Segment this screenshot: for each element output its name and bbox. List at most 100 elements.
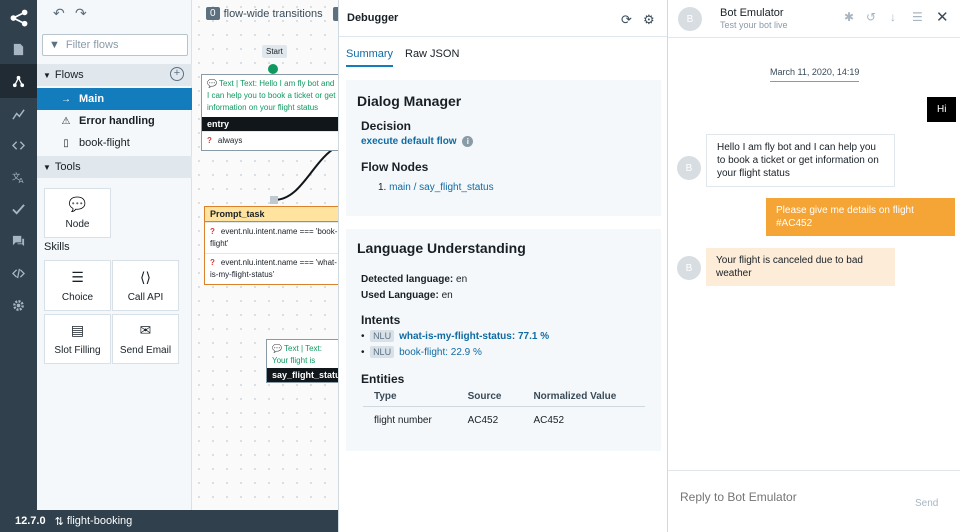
flows-icon[interactable]	[0, 64, 37, 98]
flows-section-header[interactable]: ▼ Flows +	[37, 64, 192, 86]
document-icon[interactable]	[0, 32, 37, 66]
intent-item: • NLU book-flight: 22.9 %	[361, 346, 482, 358]
debugger-panel: Debugger ⟳ ⚙ Summary Raw JSON Dialog Man…	[338, 0, 668, 532]
tab-raw-json[interactable]: Raw JSON	[405, 48, 459, 60]
prompt-task-node[interactable]: Prompt_task ? event.nlu.intent.name === '…	[204, 206, 338, 285]
version-label: 12.7.0	[15, 515, 46, 527]
nlu-heading: Language Understanding	[357, 240, 526, 256]
add-flow-icon[interactable]: +	[170, 67, 184, 81]
chat-date: March 11, 2020, 14:19	[770, 67, 860, 82]
code-icon[interactable]	[0, 128, 37, 162]
check-icon[interactable]	[0, 192, 37, 226]
column-header: Type	[363, 387, 457, 407]
table-row: flight number AC452 AC452	[374, 415, 565, 426]
dialog-manager-heading: Dialog Manager	[357, 93, 462, 109]
entry-node[interactable]: 💬 Text | Text: Hello I am fly bot and I …	[201, 74, 338, 151]
question-icon: ?	[207, 136, 212, 145]
tab-summary[interactable]: Summary	[346, 48, 394, 67]
code-block-icon[interactable]	[0, 256, 37, 290]
flow-nodes-label: Flow Nodes	[361, 160, 429, 174]
undo-icon[interactable]: ↶	[53, 5, 65, 22]
entry-arrow-icon: →	[61, 93, 71, 105]
intent-item: • NLU what-is-my-flight-status: 77.1 %	[361, 330, 550, 342]
question-icon: ?	[210, 227, 215, 236]
redo-icon[interactable]: ↷	[75, 5, 87, 22]
analytics-icon[interactable]	[0, 97, 37, 131]
status-node-title: say_flight_status	[267, 368, 338, 382]
composer: Send	[668, 470, 960, 532]
flow-item-main[interactable]: → Main	[37, 88, 192, 110]
flow-node-item: 1. main / say_flight_status	[378, 182, 494, 193]
info-icon[interactable]: i	[462, 136, 474, 147]
skill-send-email[interactable]: ✉ Send Email	[112, 314, 179, 364]
avatar: B	[677, 156, 701, 180]
chat-icon[interactable]	[0, 224, 37, 258]
refresh-icon[interactable]: ⟳	[621, 12, 632, 28]
branch-icon: ⇅	[54, 515, 64, 528]
bot-message: Your flight is canceled due to bad weath…	[706, 248, 895, 286]
list-numbered-icon: ☰	[71, 268, 84, 285]
flow-item-error-handling[interactable]: ⚠ Error handling	[37, 110, 192, 132]
entry-node-title: entry	[202, 117, 338, 131]
download-icon[interactable]: ↓	[890, 10, 896, 24]
skill-choice[interactable]: ☰ Choice	[44, 260, 111, 311]
prompt-node-condition-1: ? event.nlu.intent.name === 'book-flight'	[205, 222, 338, 253]
envelope-icon: ✉	[139, 322, 152, 338]
svg-text:A: A	[19, 176, 24, 184]
list-icon[interactable]: ☰	[912, 10, 923, 24]
close-icon[interactable]: ✕	[936, 8, 949, 26]
question-icon: ?	[210, 258, 215, 267]
bot-name-label[interactable]: flight-booking	[67, 515, 132, 527]
skill-call-api[interactable]: ⟨⟩ Call API	[112, 260, 179, 311]
flow-canvas[interactable]: 0 flow-wide transitions Start 💬 Text | T…	[192, 0, 338, 510]
caret-down-icon: ▼	[43, 162, 51, 172]
chat-icon: 💬	[207, 79, 220, 88]
flow-item-book-flight[interactable]: ▯ book-flight	[37, 132, 192, 154]
bot-emulator-panel: B Bot Emulator Test your bot live ✱ ↺ ↓ …	[667, 0, 960, 532]
detected-language: Detected language: en	[361, 274, 468, 285]
prompt-node-condition-2: ? event.nlu.intent.name === 'what-is-my-f…	[205, 253, 338, 284]
decision-value: execute default flow i	[361, 136, 474, 147]
tools-section-header[interactable]: ▼ Tools	[37, 156, 192, 178]
translate-icon[interactable]: 文A	[0, 160, 37, 194]
reply-input[interactable]	[680, 490, 880, 504]
entities-table: Type Source Normalized Value flight numb…	[363, 387, 645, 432]
tool-node[interactable]: 💬 Node	[44, 188, 111, 238]
entry-node-condition: ? always	[202, 131, 338, 150]
chat-icon: 💬	[68, 196, 87, 212]
emulator-subtitle: Test your bot live	[720, 20, 788, 30]
gear-icon[interactable]: ⚙	[643, 12, 655, 28]
decision-label: Decision	[361, 119, 412, 133]
emulator-header: B Bot Emulator Test your bot live ✱ ↺ ↓ …	[668, 0, 960, 38]
bug-icon[interactable]: ✱	[844, 10, 854, 24]
avatar: B	[678, 7, 702, 31]
column-header: Source	[456, 387, 523, 407]
avatar: B	[677, 256, 701, 280]
send-button[interactable]: Send	[915, 498, 938, 509]
debugger-title: Debugger	[347, 12, 399, 24]
prompt-node-title: Prompt_task	[205, 207, 338, 222]
say-flight-status-node[interactable]: 💬 Text | Text: Your flight is canceled d…	[266, 339, 338, 383]
document-icon: ▯	[63, 137, 69, 149]
bot-message: Hello I am fly bot and I can help you to…	[706, 134, 895, 187]
code-icon: ⟨⟩	[140, 268, 151, 285]
filter-flows-input[interactable]: ▼ Filter flows	[42, 34, 188, 56]
column-header: Normalized Value	[522, 387, 645, 407]
user-message: Please give me details on flight #AC452	[766, 198, 955, 236]
used-language: Used Language: en	[361, 290, 453, 301]
entities-label: Entities	[361, 372, 405, 386]
settings-icon[interactable]	[0, 288, 37, 322]
reset-icon[interactable]: ↺	[866, 10, 876, 24]
left-nav-rail: 文A	[0, 0, 37, 510]
caret-down-icon: ▼	[43, 70, 51, 80]
emulator-title: Bot Emulator	[720, 7, 784, 19]
form-icon: ▤	[70, 322, 85, 338]
skill-slot-filling[interactable]: ▤ Slot Filling	[44, 314, 111, 364]
language-understanding-card: Language Understanding Detected language…	[346, 229, 661, 451]
warning-icon: ⚠	[61, 115, 71, 127]
network-icon[interactable]	[0, 0, 37, 36]
dialog-manager-card: Dialog Manager Decision execute default …	[346, 80, 661, 216]
nlu-tag: NLU	[370, 346, 395, 358]
status-footer: 12.7.0 ⇅ flight-booking	[0, 510, 338, 532]
skills-label: Skills	[44, 241, 70, 253]
